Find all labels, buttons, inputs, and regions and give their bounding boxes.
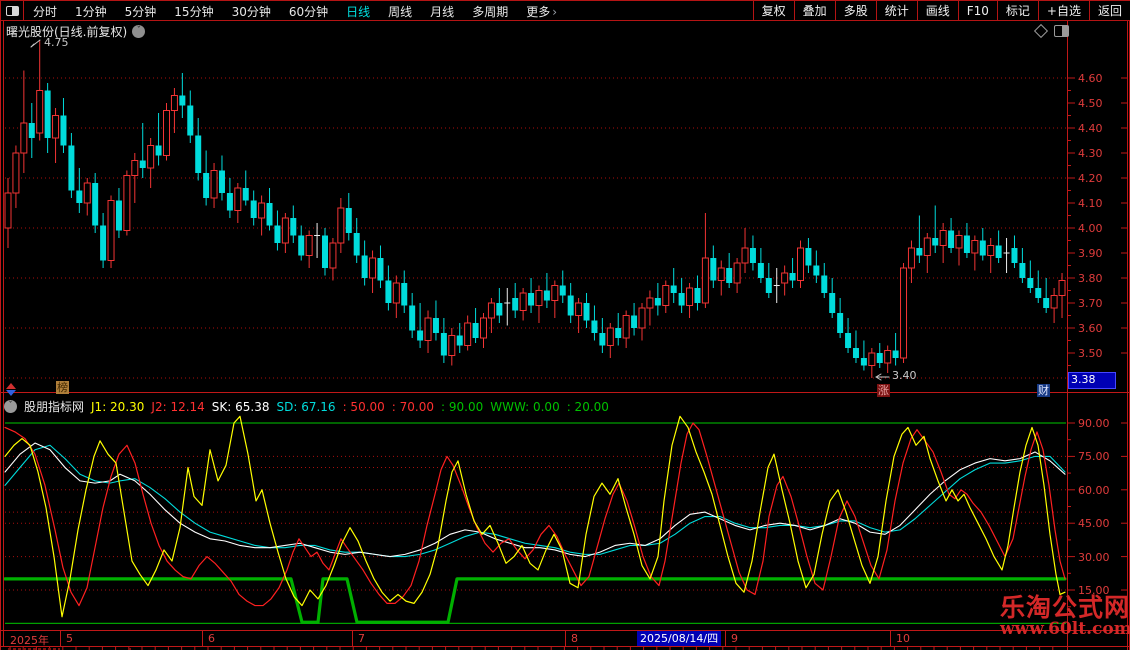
- price-axis-label: 4.40: [1078, 122, 1124, 135]
- period-menu-item-8[interactable]: 月线: [421, 5, 463, 19]
- indicator-param-1: J2: 12.14: [151, 400, 204, 414]
- period-menu-item-5[interactable]: 60分钟: [280, 5, 337, 19]
- indicator-param-8: : 20.00: [567, 400, 609, 414]
- month-label-8: 8: [571, 632, 578, 645]
- period-menu-item-10[interactable]: 更多›: [517, 5, 566, 19]
- indicator-axis-label: 45.00: [1078, 517, 1124, 530]
- indicator-param-0: J1: 20.30: [91, 400, 144, 414]
- indicator-axis-label: 30.00: [1078, 551, 1124, 564]
- stock-title: 曙光股份(日线.前复权): [6, 23, 127, 40]
- indicator-param-6: : 90.00: [441, 400, 483, 414]
- period-menu: 分时1分钟5分钟15分钟30分钟60分钟日线周线月线多周期更多›: [0, 1, 566, 20]
- indicator-param-4: : 50.00: [343, 400, 385, 414]
- month-label-6: 6: [208, 632, 215, 645]
- price-axis-label: 3.80: [1078, 272, 1124, 285]
- month-label-7: 7: [358, 632, 365, 645]
- tool-menu: 复权叠加多股统计画线F10标记+自选返回: [753, 1, 1130, 20]
- watermark-url: www.60lt.com: [1000, 621, 1130, 639]
- watermark: 乐淘公式网 www.60lt.com: [1000, 595, 1130, 639]
- tool-menu-item-0[interactable]: 复权: [753, 1, 794, 20]
- indicator-param-2: SK: 65.38: [212, 400, 270, 414]
- layout-split-button[interactable]: [0, 1, 24, 20]
- selected-date-badge: 2025/08/14/四: [637, 631, 721, 646]
- top-menu-bar: 分时1分钟5分钟15分钟30分钟60分钟日线周线月线多周期更多› 复权叠加多股统…: [0, 0, 1130, 21]
- period-menu-item-6[interactable]: 日线: [337, 5, 379, 19]
- chevron-down-icon[interactable]: ˇ: [132, 25, 145, 38]
- price-axis-label: 4.00: [1078, 222, 1124, 235]
- price-axis-label: 4.20: [1078, 172, 1124, 185]
- price-axis-label: 4.30: [1078, 147, 1124, 160]
- tool-menu-item-3[interactable]: 统计: [876, 1, 917, 20]
- tool-menu-item-1[interactable]: 叠加: [794, 1, 835, 20]
- indicator-param-5: : 70.00: [392, 400, 434, 414]
- tool-menu-item-8[interactable]: 返回: [1089, 1, 1130, 20]
- month-label-5: 5: [66, 632, 73, 645]
- split-window-icon: [6, 6, 19, 16]
- indicator-axis-label: 60.00: [1078, 484, 1124, 497]
- tool-menu-item-5[interactable]: F10: [958, 1, 997, 20]
- indicator-axis-label: 90.00: [1078, 417, 1124, 430]
- indicator-name: 股朋指标网: [24, 398, 84, 415]
- diamond-icon[interactable]: [1034, 24, 1048, 38]
- period-menu-item-1[interactable]: 1分钟: [66, 5, 116, 19]
- year-label: 2025年: [10, 632, 49, 648]
- month-label-10: 10: [896, 632, 910, 645]
- price-axis-label: 3.70: [1078, 297, 1124, 310]
- indicator-values: J1: 20.30 J2: 12.14 SK: 65.38 SD: 67.16 : 50…: [91, 400, 616, 414]
- zhang-shortcut-icon[interactable]: 涨: [877, 384, 890, 397]
- price-axis-label: 4.60: [1078, 72, 1124, 85]
- period-menu-item-7[interactable]: 周线: [379, 5, 421, 19]
- period-menu-item-0[interactable]: 分时: [24, 5, 66, 19]
- pane-split-icon[interactable]: [1054, 25, 1069, 37]
- indicator-param-7: WWW: 0.00: [490, 400, 559, 414]
- tool-menu-item-4[interactable]: 画线: [917, 1, 958, 20]
- price-axis-label: 4.10: [1078, 197, 1124, 210]
- low-price-annotation: 3.40: [892, 369, 917, 382]
- indicator-collapse-icon[interactable]: ˇ: [4, 400, 17, 413]
- price-axis-label: 4.50: [1078, 97, 1124, 110]
- watermark-site-name: 乐淘公式网: [1000, 595, 1130, 621]
- tool-menu-item-2[interactable]: 多股: [835, 1, 876, 20]
- main-chart-canvas[interactable]: [0, 0, 1130, 650]
- price-axis-label: 3.50: [1078, 347, 1124, 360]
- price-axis-label: 3.60: [1078, 322, 1124, 335]
- bang-shortcut-icon[interactable]: 榜: [56, 381, 69, 394]
- tool-menu-item-7[interactable]: +自选: [1038, 1, 1089, 20]
- price-axis-label: 3.90: [1078, 247, 1124, 260]
- indicator-param-3: SD: 67.16: [277, 400, 336, 414]
- period-menu-item-3[interactable]: 15分钟: [165, 5, 222, 19]
- pane-resize-icon[interactable]: [5, 383, 17, 396]
- tool-menu-item-6[interactable]: 标记: [997, 1, 1038, 20]
- period-menu-item-2[interactable]: 5分钟: [116, 5, 166, 19]
- period-menu-item-4[interactable]: 30分钟: [223, 5, 280, 19]
- last-price-badge: 3.38: [1068, 372, 1116, 389]
- period-menu-item-9[interactable]: 多周期: [463, 5, 517, 19]
- indicator-axis-label: 75.00: [1078, 450, 1124, 463]
- cai-shortcut-icon[interactable]: 财: [1037, 384, 1050, 397]
- month-label-9: 9: [731, 632, 738, 645]
